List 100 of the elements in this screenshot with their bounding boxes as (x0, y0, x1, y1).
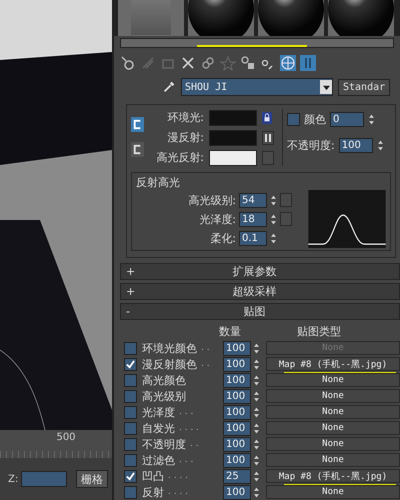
map-slot-button[interactable]: Map #8 (手机--黑.jpg) (266, 357, 400, 371)
map-slot-button[interactable]: None (266, 453, 400, 467)
map-channel-label: 反射 (142, 484, 164, 500)
amount-field[interactable]: 100 (223, 452, 251, 468)
parameter-label: 柔化: (209, 230, 236, 246)
sample-slot[interactable] (258, 0, 324, 36)
map-channel-label: 高光颜色 (142, 372, 186, 388)
map-button[interactable] (262, 130, 274, 144)
delete-icon[interactable] (180, 55, 196, 72)
map-enable-checkbox[interactable] (124, 406, 137, 418)
lock-toggle-icon[interactable] (131, 117, 144, 132)
z-label: Z: (8, 474, 18, 484)
map-enable-checkbox[interactable] (124, 486, 137, 498)
dot-leader: . . . (178, 407, 194, 417)
map-channel-label: 高光级别 (142, 388, 186, 404)
specular-color-swatch[interactable] (209, 150, 257, 166)
ruler-label: 500 (56, 432, 76, 443)
sample-slot[interactable] (328, 0, 394, 36)
diffuse-label: 漫反射: (166, 130, 204, 145)
dot-leader: . . . . (167, 471, 190, 481)
slot-scrollbar[interactable] (120, 38, 394, 48)
map-enable-checkbox[interactable] (124, 438, 137, 450)
sample-slot[interactable] (188, 0, 254, 36)
self-illumination-checkbox[interactable] (287, 112, 300, 126)
ambient-color-swatch[interactable] (209, 110, 257, 126)
spinner-icon[interactable] (253, 390, 260, 402)
spinner-icon[interactable] (253, 454, 260, 466)
spinner-icon[interactable] (376, 138, 384, 152)
opacity-label: 不透明度: (287, 138, 335, 152)
dot-leader: . . (200, 359, 211, 369)
map-channel-label: 自发光 (142, 420, 175, 436)
map-enable-checkbox[interactable] (124, 358, 137, 370)
dot-leader: . . . . (178, 423, 200, 433)
material-type-button[interactable]: Standar (338, 78, 390, 96)
amount-field[interactable]: 100 (223, 404, 251, 420)
map-channel-label: 不透明度 (142, 436, 186, 452)
map-slot-button[interactable]: None (266, 405, 400, 419)
map-enable-checkbox[interactable] (124, 374, 137, 386)
spinner-icon[interactable] (253, 470, 260, 482)
parameter-field[interactable]: 54 (239, 192, 267, 208)
map-enable-checkbox[interactable] (124, 390, 137, 402)
amount-field[interactable]: 100 (223, 484, 251, 500)
group-title: 反射高光 (136, 175, 181, 190)
map-slot-button[interactable]: None (266, 389, 400, 403)
dot-leader: . . (200, 343, 211, 353)
map-type-header: 贴图类型 (297, 324, 341, 338)
opacity-field[interactable]: 100 (338, 138, 373, 152)
spinner-icon[interactable] (253, 374, 260, 386)
amount-field[interactable]: 100 (223, 420, 251, 436)
amount-field[interactable]: 100 (223, 388, 251, 404)
material-name-dropdown[interactable]: SHOU JI (181, 78, 333, 96)
ambient-label: 环境光: (166, 110, 204, 125)
map-slot-button[interactable]: None (266, 437, 400, 451)
specular-label: 高光反射: (155, 150, 204, 165)
amount-field[interactable]: 100 (223, 372, 251, 388)
spinner-icon[interactable] (253, 358, 260, 370)
spinner-icon[interactable] (253, 438, 260, 450)
map-slot-button[interactable]: Map #8 (手机--黑.jpg) (266, 469, 400, 483)
dot-leader: . . . . (167, 487, 190, 497)
rollout-header[interactable]: + 扩展参数 (120, 263, 400, 280)
spinner-icon[interactable] (253, 422, 260, 434)
parameter-field[interactable]: 0.1 (239, 230, 267, 246)
diffuse-color-swatch[interactable] (209, 130, 257, 146)
lock-toggle-icon[interactable] (131, 142, 144, 157)
amount-field[interactable]: 100 (223, 436, 251, 452)
rollout-header[interactable]: + 超级采样 (120, 283, 400, 300)
parameter-label: 高光级别: (187, 192, 236, 208)
map-enable-checkbox[interactable] (124, 470, 137, 482)
star-icon[interactable] (220, 55, 236, 72)
map-channel-label: 过滤色 (142, 452, 175, 468)
grid-button[interactable]: 栅格 (76, 470, 108, 488)
caret-icon (322, 84, 330, 90)
amount-field[interactable]: 100 (223, 356, 251, 372)
dot-leader: . . (189, 439, 200, 449)
spinner-icon[interactable] (253, 486, 260, 498)
padlock-icon[interactable] (262, 112, 272, 124)
map-enable-checkbox[interactable] (124, 454, 137, 466)
map-slot-button[interactable]: None (266, 421, 400, 435)
globe-icon[interactable] (280, 55, 296, 72)
link-icon[interactable] (200, 55, 216, 72)
z-input-field[interactable] (21, 471, 68, 487)
parameter-field[interactable]: 18 (239, 212, 267, 226)
rollout-header[interactable]: - 贴图 (120, 303, 400, 320)
spinner-icon[interactable] (270, 194, 277, 206)
eyedropper-icon[interactable] (162, 80, 176, 94)
dot-leader: . . . (178, 455, 194, 465)
self-illumination-label: 颜色 (304, 112, 326, 126)
map-slot-button[interactable]: None (266, 373, 400, 387)
map-channel-label: 漫反射颜色 (142, 356, 197, 372)
self-illumination-field[interactable]: 0 (330, 112, 364, 126)
spinner-icon[interactable] (368, 112, 375, 126)
map-enable-checkbox[interactable] (124, 422, 137, 434)
map-channel-label: 凹凸 (142, 468, 164, 484)
map-slot-button[interactable]: None (266, 485, 400, 499)
amount-field[interactable]: 25 (223, 468, 251, 484)
spinner-icon[interactable] (270, 212, 277, 226)
spinner-icon[interactable] (253, 406, 260, 418)
spinner-icon[interactable] (270, 232, 277, 244)
amount-header: 数量 (219, 324, 241, 338)
map-marker-icon (265, 134, 271, 142)
